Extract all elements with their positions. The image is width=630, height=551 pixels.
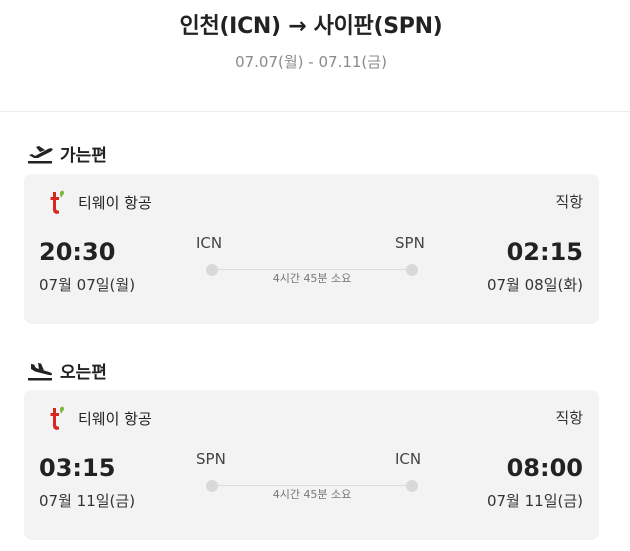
departure-airport-code: SPN (196, 450, 226, 468)
departure-date: 07월 11일(금) (39, 492, 136, 510)
route-title: 인천(ICN) → 사이판(SPN) (179, 14, 443, 39)
flight-type-label: 직항 (555, 193, 583, 211)
plane-landing-icon (28, 362, 53, 380)
airline-name: 티웨이 항공 (78, 193, 152, 212)
inbound-label: 오는편 (60, 363, 107, 383)
tway-logo-icon (50, 190, 65, 214)
departure-airport-code: ICN (196, 234, 223, 252)
airline-name: 티웨이 항공 (78, 409, 152, 428)
airline: 티웨이 항공 (46, 189, 152, 215)
outbound-flight-card[interactable]: 티웨이 항공 직항 20:30 07월 07일(월) ICN SPN 4시간 4… (24, 174, 599, 324)
arrival-time: 08:00 (506, 454, 583, 482)
departure-time: 03:15 (39, 454, 116, 482)
arrival-airport-code: SPN (395, 234, 425, 252)
departure-date: 07월 07일(월) (39, 276, 136, 294)
flight-duration: 4시간 45분 소요 (272, 272, 352, 285)
trip-dates: 07.07(월) - 07.11(금) (235, 53, 387, 71)
flight-type-label: 직항 (555, 409, 583, 427)
outbound-label: 가는편 (60, 146, 107, 166)
arrival-date: 07월 08일(화) (486, 276, 583, 294)
arrival-time: 02:15 (506, 238, 583, 266)
arrival-date: 07월 11일(금) (486, 492, 583, 510)
departure-time: 20:30 (39, 238, 116, 266)
plane-takeoff-icon (28, 145, 53, 163)
outbound-section-title: 가는편 (26, 141, 107, 166)
arrival-airport-code: ICN (395, 450, 422, 468)
tway-logo-icon (50, 406, 65, 430)
inbound-section-title: 오는편 (26, 358, 107, 383)
flight-duration: 4시간 45분 소요 (272, 488, 352, 501)
airline: 티웨이 항공 (46, 405, 152, 431)
inbound-flight-card[interactable]: 티웨이 항공 직항 03:15 07월 11일(금) SPN ICN 4시간 4… (24, 390, 599, 540)
page-header: 인천(ICN) → 사이판(SPN) 07.07(월) - 07.11(금) (0, 0, 630, 112)
